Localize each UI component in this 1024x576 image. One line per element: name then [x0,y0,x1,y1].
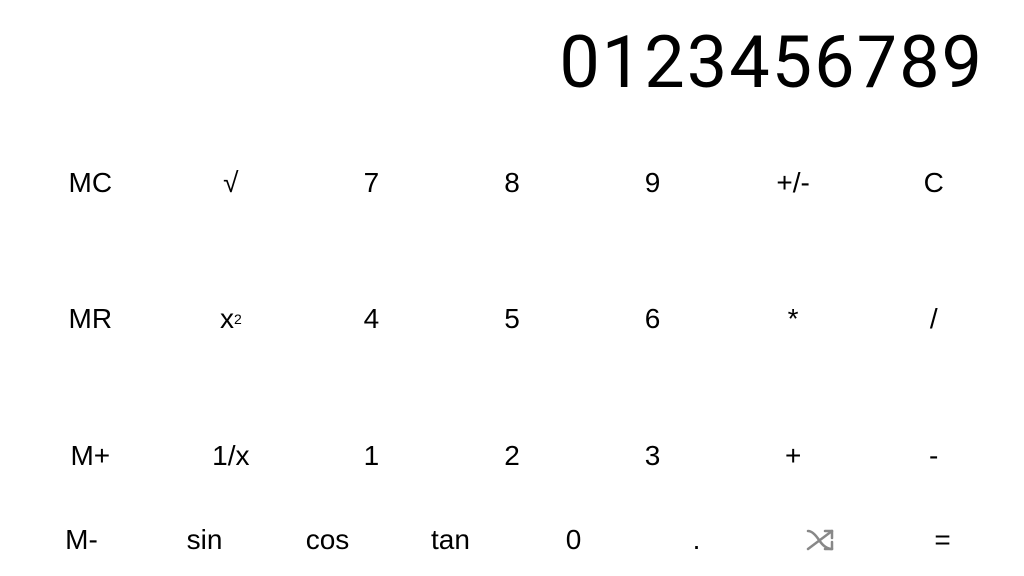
mminus-button[interactable]: M- [20,524,143,556]
mc-button[interactable]: MC [20,115,161,251]
sin-button[interactable]: sin [143,524,266,556]
display-area: 0123456789 [0,0,1024,115]
cos-button[interactable]: cos [266,524,389,556]
eight-button[interactable]: 8 [442,115,583,251]
sqrt-button[interactable]: √ [161,115,302,251]
seven-button[interactable]: 7 [301,115,442,251]
buttons-grid: MC√789+/-CMRx2456*/M+1/x123+-M-sincostan… [0,115,1024,576]
divide-button[interactable]: / [863,251,1004,387]
display-value: 0123456789 [559,20,984,105]
two-button[interactable]: 2 [442,388,583,524]
zero-button[interactable]: 0 [512,524,635,556]
four-button[interactable]: 4 [301,251,442,387]
multiply-button[interactable]: * [723,251,864,387]
equals-button[interactable]: = [881,524,1004,556]
tan-button[interactable]: tan [389,524,512,556]
square-button[interactable]: x2 [161,251,302,387]
last-row: M-sincostan0. = [20,524,1004,556]
six-button[interactable]: 6 [582,251,723,387]
mplus-button[interactable]: M+ [20,388,161,524]
reciprocal-button[interactable]: 1/x [161,388,302,524]
shuffle-button[interactable] [758,528,881,552]
plusminus-button[interactable]: +/- [723,115,864,251]
plus-button[interactable]: + [723,388,864,524]
three-button[interactable]: 3 [582,388,723,524]
minus-button[interactable]: - [863,388,1004,524]
decimal-button[interactable]: . [635,524,758,556]
nine-button[interactable]: 9 [582,115,723,251]
calculator: 0123456789 MC√789+/-C MRx2456*/ M+1/x123+-… [0,0,1024,576]
one-button[interactable]: 1 [301,388,442,524]
clear-button[interactable]: C [863,115,1004,251]
mr-button[interactable]: MR [20,251,161,387]
five-button[interactable]: 5 [442,251,583,387]
